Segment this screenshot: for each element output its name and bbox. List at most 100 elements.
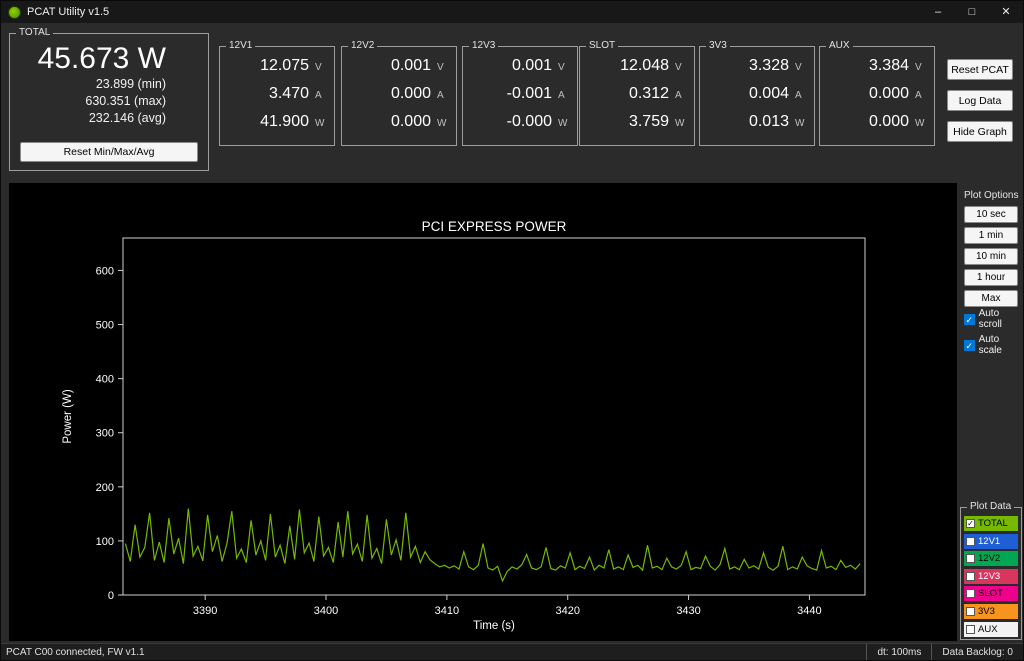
rail-group-label: 12V2 [348,40,377,51]
legend-checkbox-3v3[interactable] [966,607,975,616]
rail-group-aux: AUX 3.384 V 0.000 A 0.000 W [819,46,935,146]
legend-checkbox-12v2[interactable] [966,554,975,563]
legend-checkbox-12v1[interactable] [966,537,975,546]
auto-scroll-checkbox[interactable]: ✓ [964,314,975,325]
minimize-button[interactable]: – [921,1,955,23]
maximize-button[interactable]: □ [955,1,989,23]
plot-data-group: Plot Data ✓TOTAL12V112V212V3SLOT3V3AUX [960,507,1022,640]
legend-label: AUX [978,624,998,635]
legend-label: TOTAL [978,518,1008,529]
window-title: PCAT Utility v1.5 [27,6,109,18]
volts-unit: V [558,62,568,73]
total-group-label: TOTAL [16,27,53,38]
rail-volts-row: 12.075 V [220,57,334,85]
rail-amps-row: -0.001 A [463,85,577,113]
rail-watts-row: 0.000 W [820,113,934,141]
volts-unit: V [437,62,447,73]
rail-watts-value: 0.000 [391,113,431,131]
chart-title: PCI EXPRESS POWER [422,219,567,234]
rail-group-12v2: 12V2 0.001 V 0.000 A 0.000 W [341,46,457,146]
rail-group-12v1: 12V1 12.075 V 3.470 A 41.900 W [219,46,335,146]
pcat-window: PCAT Utility v1.5 – □ ✕ TOTAL 45.673 W 2… [0,0,1024,661]
plot-range-button-1-min[interactable]: 1 min [964,227,1018,244]
rail-watts-row: -0.000 W [463,113,577,141]
chart-area: PCI EXPRESS POWER01002003004005006003390… [9,183,957,641]
legend-row-12v3: 12V3 [964,569,1018,584]
total-avg-value: 232.146 (avg) [10,110,208,127]
y-axis-label: Power (W) [62,389,74,443]
action-buttons: Reset PCAT Log Data Hide Graph [947,59,1013,152]
y-tick-label: 500 [96,320,114,332]
rail-watts-row: 0.013 W [700,113,814,141]
dt-status: dt: 100ms [866,644,931,660]
rail-watts-value: 3.759 [629,113,669,131]
x-tick-label: 3400 [314,605,338,617]
rail-amps-row: 0.004 A [700,85,814,113]
auto-scale-checkbox[interactable]: ✓ [964,340,975,351]
rail-volts-value: 0.001 [391,57,431,75]
rail-volts-value: 3.328 [749,57,789,75]
rail-amps-value: 0.312 [629,85,669,103]
plot-option-buttons: 10 sec 1 min 10 min 1 hour Max [964,206,1018,311]
total-max-value: 630.351 (max) [10,93,208,110]
reset-pcat-button[interactable]: Reset PCAT [947,59,1013,80]
backlog-status: Data Backlog: 0 [931,644,1023,660]
x-tick-label: 3410 [435,605,459,617]
plot-options-label: Plot Options [964,190,1018,201]
legend-row-12v1: 12V1 [964,534,1018,549]
auto-scale-row: ✓Auto scale [964,334,1023,356]
legend-checkbox-total[interactable]: ✓ [966,519,975,528]
rail-group-label: 3V3 [706,40,730,51]
volts-unit: V [915,62,925,73]
title-bar: PCAT Utility v1.5 – □ ✕ [1,1,1023,23]
amps-unit: A [315,90,325,101]
log-data-button[interactable]: Log Data [947,90,1013,111]
rail-watts-value: 0.000 [869,113,909,131]
amps-unit: A [795,90,805,101]
watts-unit: W [315,118,325,129]
rail-watts-value: 41.900 [260,113,309,131]
legend-checkbox-slot[interactable] [966,589,975,598]
reset-minmaxavg-button[interactable]: Reset Min/Max/Avg [20,142,198,162]
volts-unit: V [315,62,325,73]
close-button[interactable]: ✕ [989,1,1023,23]
amps-unit: A [675,90,685,101]
legend-checkbox-aux[interactable] [966,625,975,634]
watts-unit: W [675,118,685,129]
rail-amps-row: 3.470 A [220,85,334,113]
y-tick-label: 0 [108,590,114,602]
y-tick-label: 100 [96,536,114,548]
rail-volts-value: 12.075 [260,57,309,75]
plot-range-button-10-sec[interactable]: 10 sec [964,206,1018,223]
rail-volts-row: 3.328 V [700,57,814,85]
rail-volts-row: 12.048 V [580,57,694,85]
rail-amps-value: 3.470 [269,85,309,103]
legend-row-12v2: 12V2 [964,551,1018,566]
auto-scroll-row: ✓Auto scroll [964,308,1023,330]
rail-volts-row: 0.001 V [463,57,577,85]
legend-checkbox-12v3[interactable] [966,572,975,581]
amps-unit: A [915,90,925,101]
plot-data-label: Plot Data [967,501,1014,512]
watts-unit: W [558,118,568,129]
y-tick-label: 400 [96,374,114,386]
rail-watts-row: 41.900 W [220,113,334,141]
legend-label: SLOT [978,588,1003,599]
connection-status: PCAT C00 connected, FW v1.1 [1,647,145,658]
plot-option-checkboxes: ✓Auto scroll ✓Auto scale [964,308,1023,360]
rail-amps-value: 0.000 [869,85,909,103]
plot-range-button-1-hour[interactable]: 1 hour [964,269,1018,286]
hide-graph-button[interactable]: Hide Graph [947,121,1013,142]
x-axis-label: Time (s) [473,620,515,632]
rail-watts-row: 3.759 W [580,113,694,141]
status-bar: PCAT C00 connected, FW v1.1 dt: 100ms Da… [1,643,1023,660]
rail-amps-value: -0.001 [507,85,552,103]
rail-group-label: SLOT [586,40,618,51]
app-icon [8,6,21,19]
plot-range-button-max[interactable]: Max [964,290,1018,307]
legend-label: 12V2 [978,553,1000,564]
plot-range-button-10-min[interactable]: 10 min [964,248,1018,265]
volts-unit: V [675,62,685,73]
legend-label: 12V1 [978,536,1000,547]
legend-label: 12V3 [978,571,1000,582]
